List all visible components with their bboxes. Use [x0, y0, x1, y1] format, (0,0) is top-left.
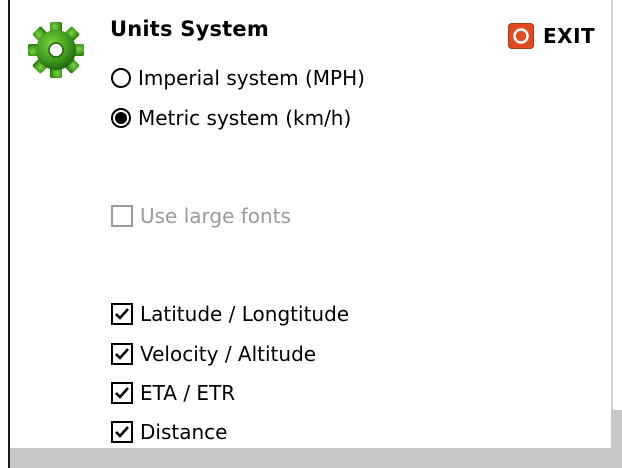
- radio-metric[interactable]: Metric system (km/h): [111, 106, 351, 130]
- checkmark-icon: [115, 308, 129, 320]
- radio-imperial[interactable]: Imperial system (MPH): [111, 66, 365, 90]
- checkbox-label: ETA / ETR: [140, 381, 236, 405]
- large-fonts-label: Use large fonts: [140, 204, 291, 228]
- radio-label: Imperial system (MPH): [138, 66, 365, 90]
- checkbox-label: Latitude / Longtitude: [140, 302, 350, 326]
- checkbox-box[interactable]: [111, 343, 133, 365]
- exit-label: EXIT: [543, 24, 596, 48]
- power-icon: [508, 23, 534, 49]
- checkbox-label: Distance: [140, 420, 228, 444]
- checkbox-label: Velocity / Altitude: [140, 342, 317, 366]
- checkmark-icon: [115, 387, 129, 399]
- checkbox-box[interactable]: [111, 382, 133, 404]
- radio-button-selected[interactable]: [111, 108, 131, 128]
- left-frame: [0, 0, 10, 468]
- exit-button[interactable]: EXIT: [508, 22, 595, 50]
- checkbox-distance[interactable]: Distance: [111, 420, 227, 444]
- checkbox-eta[interactable]: ETA / ETR: [111, 381, 235, 405]
- gear-icon: [27, 21, 85, 79]
- checkmark-icon: [115, 348, 129, 360]
- radio-button[interactable]: [111, 68, 131, 88]
- right-frame: [611, 0, 622, 420]
- checkbox-velocity[interactable]: Velocity / Altitude: [111, 342, 316, 366]
- checkbox-box[interactable]: [111, 421, 133, 443]
- radio-label: Metric system (km/h): [138, 106, 352, 130]
- checkbox-box[interactable]: [111, 303, 133, 325]
- checkbox-latitude[interactable]: Latitude / Longtitude: [111, 302, 349, 326]
- bottom-strip: [10, 410, 611, 448]
- page-title: Units System: [110, 17, 269, 41]
- large-fonts-option: Use large fonts: [111, 204, 291, 228]
- large-fonts-checkbox: [111, 205, 133, 227]
- checkmark-icon: [115, 426, 129, 438]
